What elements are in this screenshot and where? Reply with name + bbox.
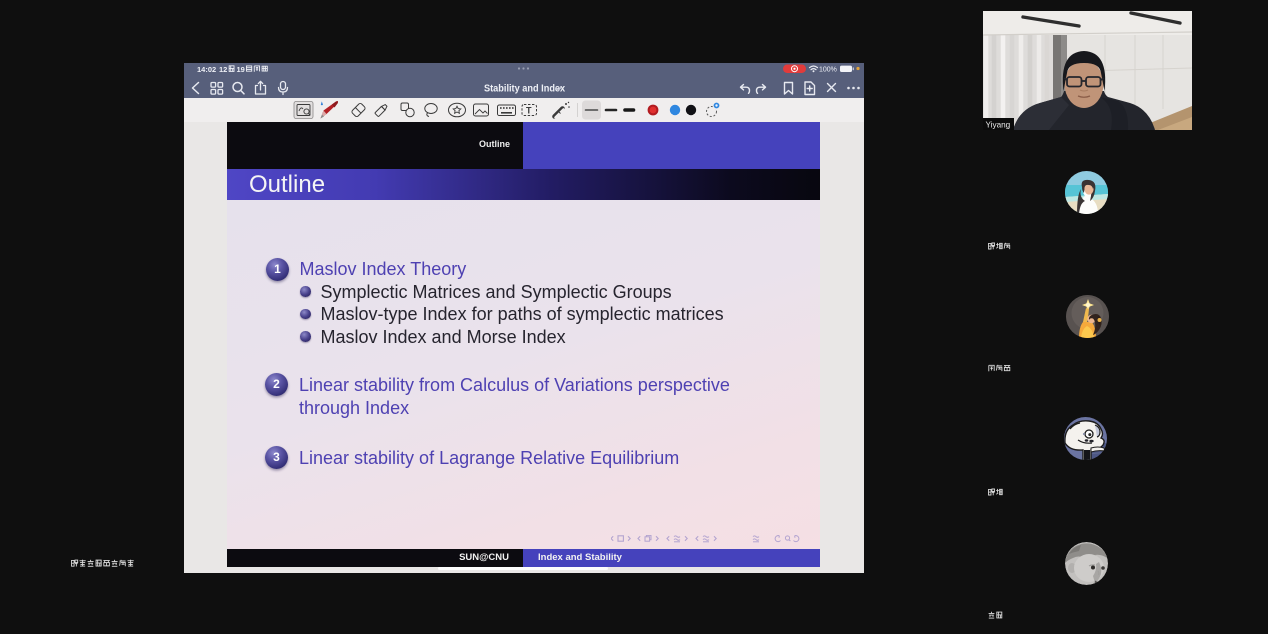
svg-text:T: T <box>526 106 532 116</box>
svg-text:14:02: 14:02 <box>197 65 216 74</box>
svg-text:100%: 100% <box>819 67 837 74</box>
svg-text:Yiyang: Yiyang <box>986 121 1011 130</box>
svg-text:12: 12 <box>219 65 227 74</box>
svg-text:Stability and Index: Stability and Index <box>484 83 566 94</box>
svg-text:19: 19 <box>237 65 245 74</box>
